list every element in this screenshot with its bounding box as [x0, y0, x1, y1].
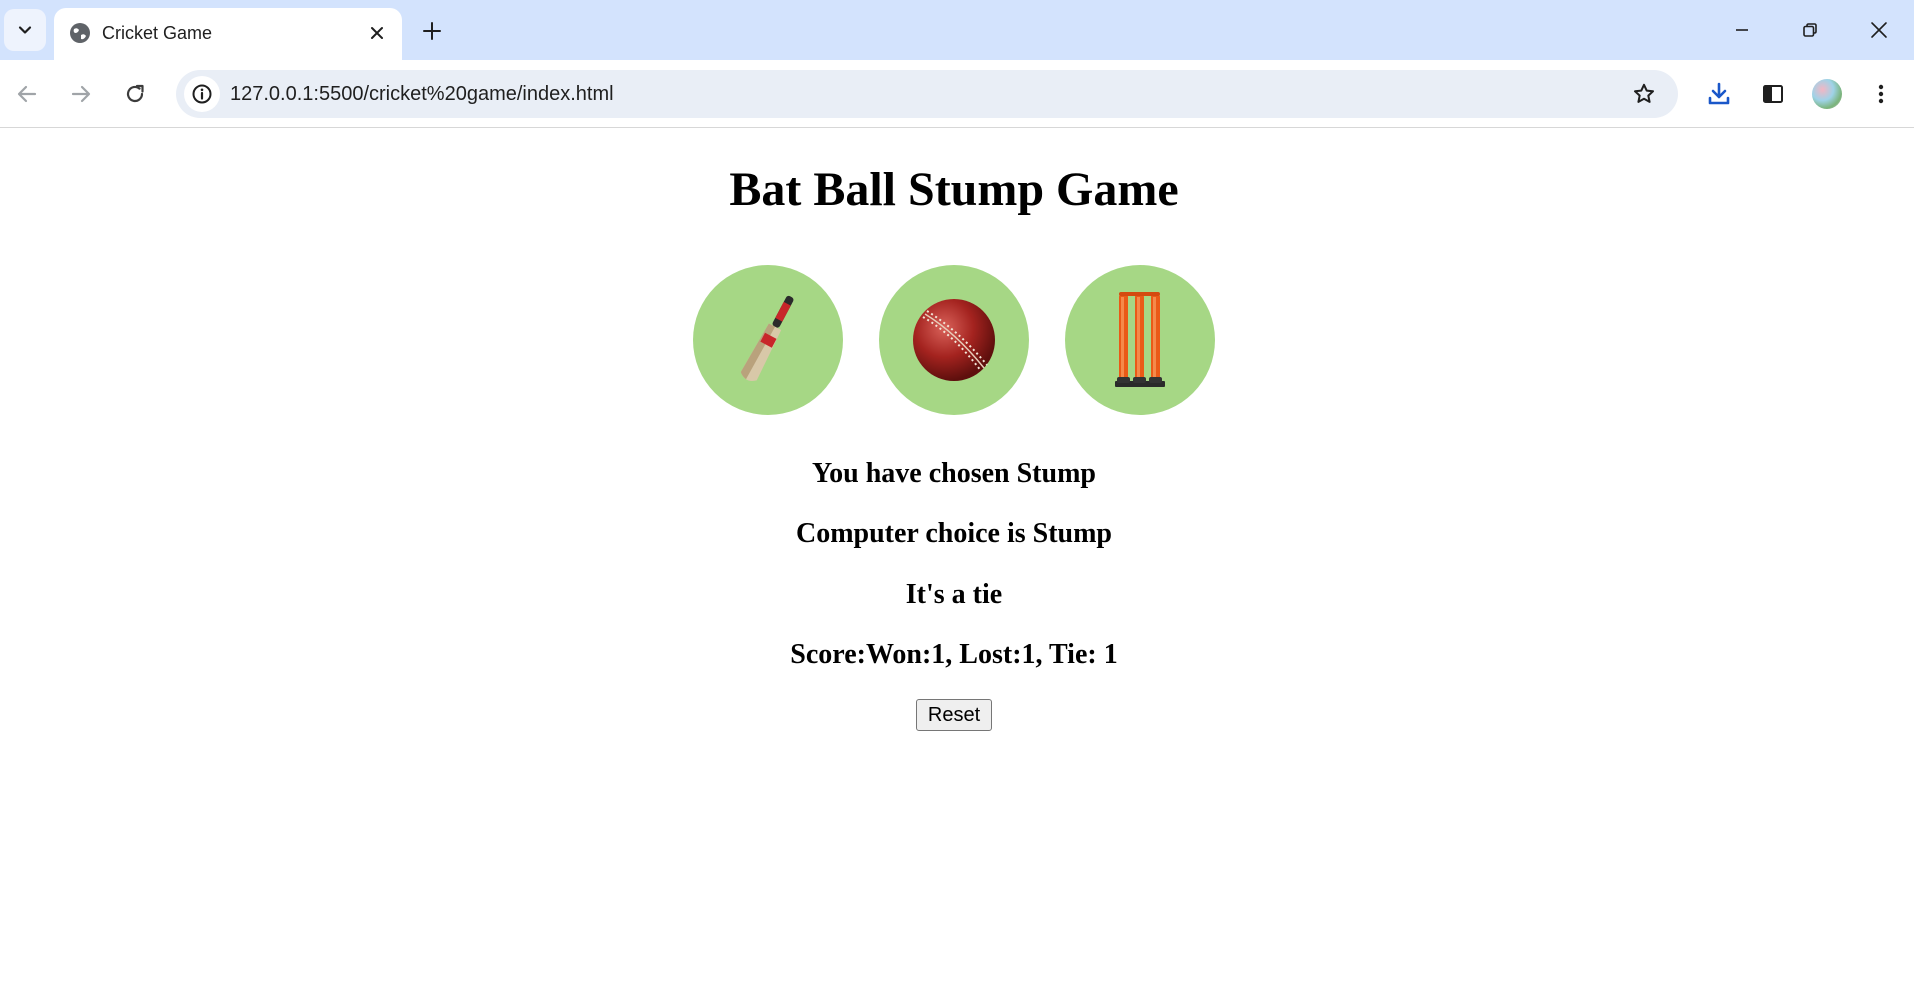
arrow-left-icon	[17, 85, 37, 103]
minimize-button[interactable]	[1720, 8, 1764, 52]
address-bar[interactable]: 127.0.0.1:5500/cricket%20game/index.html	[176, 70, 1678, 118]
menu-button[interactable]	[1861, 74, 1901, 114]
cricket-ball-icon	[913, 299, 995, 381]
page-content: Bat Ball Stump Game You have chosen Stum…	[0, 128, 1914, 1003]
globe-icon	[70, 23, 90, 43]
info-icon	[192, 84, 212, 104]
reload-icon	[126, 84, 144, 103]
tab-close-button[interactable]	[364, 20, 390, 46]
tab-title: Cricket Game	[102, 23, 213, 43]
browser-toolbar: 127.0.0.1:5500/cricket%20game/index.html	[0, 60, 1914, 128]
avatar	[1812, 79, 1842, 109]
profile-button[interactable]	[1807, 74, 1847, 114]
minimize-icon	[1736, 29, 1748, 31]
reload-button[interactable]	[115, 74, 155, 114]
bat-choice-button[interactable]	[693, 265, 843, 415]
cricket-stumps-icon	[1115, 292, 1165, 387]
stump-choice-button[interactable]	[1065, 265, 1215, 415]
page-title: Bat Ball Stump Game	[729, 163, 1179, 216]
side-panel-button[interactable]	[1753, 74, 1793, 114]
tab-search-button[interactable]	[4, 9, 46, 51]
close-window-button[interactable]	[1857, 8, 1901, 52]
back-button[interactable]	[7, 74, 47, 114]
more-vert-icon	[1878, 84, 1884, 104]
site-info-button[interactable]	[184, 76, 220, 112]
plus-icon	[423, 22, 441, 40]
score-text: Score:Won:1, Lost:1, Tie: 1	[790, 639, 1118, 670]
result-text: It's a tie	[905, 579, 1003, 610]
close-icon	[1871, 22, 1887, 38]
chevron-down-icon	[18, 26, 32, 34]
arrow-right-icon	[71, 85, 91, 103]
download-icon	[1708, 82, 1730, 105]
forward-button[interactable]	[61, 74, 101, 114]
tab-strip: Cricket Game	[0, 0, 1914, 60]
close-icon	[371, 27, 383, 39]
ball-choice-button[interactable]	[879, 265, 1029, 415]
side-panel-icon	[1763, 85, 1783, 103]
restore-icon	[1803, 23, 1817, 37]
reset-button[interactable]: Reset	[916, 699, 992, 731]
bookmark-button[interactable]	[1626, 76, 1662, 112]
restore-button[interactable]	[1788, 8, 1832, 52]
computer-choice-text: Computer choice is Stump	[795, 518, 1113, 549]
star-icon	[1634, 83, 1654, 103]
user-choice-text: You have chosen Stump	[812, 458, 1096, 489]
cricket-bat-icon	[740, 295, 794, 381]
new-tab-button[interactable]	[414, 13, 450, 49]
downloads-button[interactable]	[1699, 74, 1739, 114]
url-text[interactable]: 127.0.0.1:5500/cricket%20game/index.html	[230, 82, 614, 106]
tab-cricket-game[interactable]: Cricket Game	[54, 8, 402, 60]
